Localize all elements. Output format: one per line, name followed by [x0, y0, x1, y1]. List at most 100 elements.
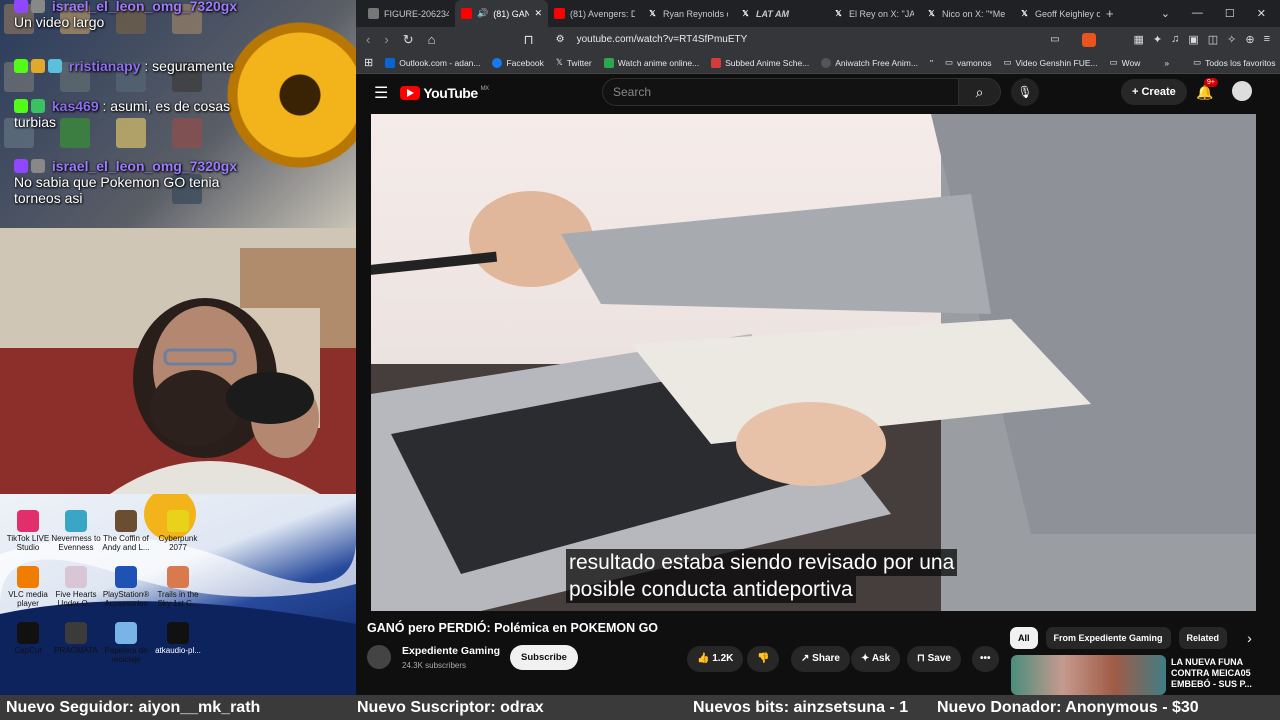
recycle-bin-icon — [115, 622, 137, 644]
related-thumbnail[interactable] — [1011, 655, 1166, 695]
browser-tab[interactable]: 𝕏 Nico on X: "*Me c — [920, 0, 1013, 27]
ask-button[interactable]: ✦ Ask — [851, 646, 901, 672]
chat-username: israel_el_leon_omg_7320gx — [51, 158, 238, 174]
dislike-button[interactable]: 👎 — [747, 646, 780, 672]
bookmark-folder[interactable]: ▭ Wow — [1110, 57, 1141, 68]
browser-tab[interactable]: 𝕏 LAT AM — [734, 0, 827, 27]
browser-tab[interactable]: 𝕏 Ryan Reynolds o — [641, 0, 734, 27]
audio-icon: 🔊 — [477, 8, 489, 18]
sidebar-icon[interactable]: ▣ — [1188, 33, 1198, 46]
x-icon: 𝕏 — [742, 9, 749, 18]
site-info-icon[interactable]: ⚙ — [556, 34, 565, 45]
desktop-icon[interactable]: Trails in the Sky 1st C... — [150, 566, 206, 608]
desktop-icon[interactable]: Five Hearts Under O... — [48, 566, 104, 608]
desktop-icon[interactable]: Papelera de reciclaje — [98, 622, 154, 664]
app-icon — [167, 510, 189, 532]
channel-avatar[interactable] — [367, 645, 391, 669]
desktop-icon[interactable]: Cyberpunk 2077 — [150, 510, 206, 552]
tab-label: FIGURE-206234.j — [384, 8, 449, 19]
reload-icon[interactable]: ↻ — [403, 32, 414, 48]
bookmark-folder[interactable]: ▭ Video Genshin FUE... — [1004, 57, 1098, 68]
channel-row: Expediente Gaming 24.3K subscribers Subs… — [367, 643, 1007, 675]
bookmark-label: Twitter — [566, 57, 592, 68]
close-tab-icon[interactable]: ✕ — [534, 8, 542, 19]
bookmark-folder[interactable]: ▭ vamonos — [945, 57, 992, 68]
apps-icon[interactable]: ⊞ — [364, 56, 373, 69]
chip-related[interactable]: Related — [1178, 627, 1228, 649]
minimize-icon[interactable]: — — [1192, 7, 1203, 20]
anime-icon — [603, 57, 614, 68]
brave-shield-icon[interactable] — [1081, 32, 1096, 47]
forward-icon[interactable]: › — [384, 32, 388, 47]
desktop-icon[interactable]: PRAGMATA — [48, 622, 104, 655]
search-icon[interactable]: ⌕ — [959, 78, 1001, 106]
desktop-icon-label: CapCut — [14, 646, 42, 655]
bookmark-item[interactable]: Outlook.com - adan... — [385, 57, 480, 68]
browser-tab[interactable]: 𝕏 Geoff Keighley o — [1013, 0, 1106, 27]
subtitle-line: resultado estaba siendo revisado por una — [566, 549, 958, 576]
desktop-icon[interactable]: The Coffin of Andy and L... — [98, 510, 154, 552]
cast-icon[interactable]: ▭ — [1050, 34, 1059, 45]
all-bookmarks-folder[interactable]: ▭ Todos los favoritos — [1193, 57, 1275, 68]
desktop-icon[interactable]: PlayStation® Accessories — [98, 566, 154, 608]
new-subscriber-alert: Nuevo Suscriptor: odrax — [357, 699, 544, 716]
search-input[interactable]: Search — [602, 78, 959, 106]
music-icon[interactable]: ♫ — [1171, 33, 1179, 46]
x-icon: 𝕏 — [649, 9, 656, 18]
thumbs-up-icon: 👍 — [697, 653, 710, 664]
hamburger-menu-icon[interactable]: ☰ — [374, 83, 388, 103]
chip-from-channel[interactable]: From Expediente Gaming — [1045, 627, 1171, 649]
youtube-logo[interactable]: YouTube MX — [400, 85, 489, 101]
account-avatar[interactable] — [1232, 81, 1252, 101]
wallet-icon[interactable]: ◫ — [1208, 33, 1218, 46]
like-button[interactable]: 👍 1.2K — [687, 646, 744, 672]
bookmark-item[interactable]: Facebook — [492, 57, 544, 68]
browser-tab-active[interactable]: 🔊 (81) GANÓ ✕ — [455, 0, 548, 27]
new-tab-icon[interactable]: + — [1106, 6, 1114, 21]
bookmark-label: Subbed Anime Sche... — [725, 57, 810, 68]
microphone-icon[interactable]: 🎙 — [1011, 78, 1039, 106]
folder-icon: ▭ — [944, 57, 953, 67]
maximize-icon[interactable]: ☐ — [1225, 7, 1235, 20]
notification-count: 9+ — [1204, 78, 1218, 87]
extension-icon[interactable]: ▦ — [1133, 33, 1143, 46]
save-button[interactable]: ⊓ Save — [907, 646, 961, 672]
browser-tab[interactable]: 𝕏 El Rey on X: "JAJ — [827, 0, 920, 27]
tab-search-icon[interactable]: ⌄ — [1161, 7, 1170, 20]
related-video[interactable]: LA NUEVA FUNA CONTRA MEICA05 EMBEBÓ - SU… — [1011, 655, 1271, 695]
desktop-icon[interactable]: Nevermess to Evenness — [48, 510, 104, 552]
back-icon[interactable]: ‹ — [366, 32, 370, 47]
notifications-bell-icon[interactable]: 🔔 9+ — [1196, 78, 1218, 101]
close-window-icon[interactable]: ✕ — [1257, 7, 1266, 20]
bookmark-item[interactable]: 𝕏 Twitter — [556, 57, 592, 68]
puzzle-icon[interactable]: ✦ — [1153, 33, 1162, 46]
desktop-icon-label: VLC media player — [8, 590, 48, 608]
bookmark-icon[interactable]: ⊓ — [523, 32, 533, 48]
bookmark-item[interactable]: Watch anime online... — [603, 57, 699, 68]
vpn-icon[interactable]: ⊕ — [1245, 33, 1254, 46]
video-player[interactable]: resultado estaba siendo revisado por una… — [371, 114, 1256, 611]
menu-icon[interactable]: ≡ — [1264, 33, 1270, 46]
desktop-icon-label: Trails in the Sky 1st C... — [157, 590, 199, 608]
chevron-right-icon[interactable]: › — [1247, 630, 1252, 646]
tab-label: El Rey on X: "JAJ — [849, 8, 914, 19]
leo-icon[interactable]: ✧ — [1227, 33, 1236, 46]
url-text: youtube.com/watch?v=RT4SfPmuETY — [576, 34, 748, 45]
bookmark-item[interactable]: Aniwatch Free Anim... — [821, 57, 918, 68]
chip-all[interactable]: All — [1010, 627, 1038, 649]
home-icon[interactable]: ⌂ — [428, 32, 436, 47]
channel-name[interactable]: Expediente Gaming — [402, 645, 500, 657]
more-actions-button[interactable]: ••• — [972, 646, 999, 672]
video-frame-illustration — [371, 114, 1256, 611]
badge-icon — [31, 159, 45, 173]
share-button[interactable]: ↗ Share — [791, 646, 850, 672]
create-button[interactable]: + Create — [1121, 79, 1187, 105]
related-title[interactable]: LA NUEVA FUNA CONTRA MEICA05 EMBEBÓ - SU… — [1171, 657, 1267, 690]
more-bookmarks-icon[interactable]: » — [1164, 58, 1169, 68]
bookmark-item[interactable]: Subbed Anime Sche... — [711, 57, 810, 68]
url-bar[interactable]: ⚙ youtube.com/watch?v=RT4SfPmuETY ▭ — [547, 29, 1068, 50]
desktop-icon[interactable]: atkaudio-pl... — [150, 622, 206, 655]
browser-tab[interactable]: (81) Avengers: Do — [548, 0, 641, 27]
browser-tab[interactable]: FIGURE-206234.j — [362, 0, 455, 27]
subscribe-button[interactable]: Subscribe — [510, 645, 578, 670]
